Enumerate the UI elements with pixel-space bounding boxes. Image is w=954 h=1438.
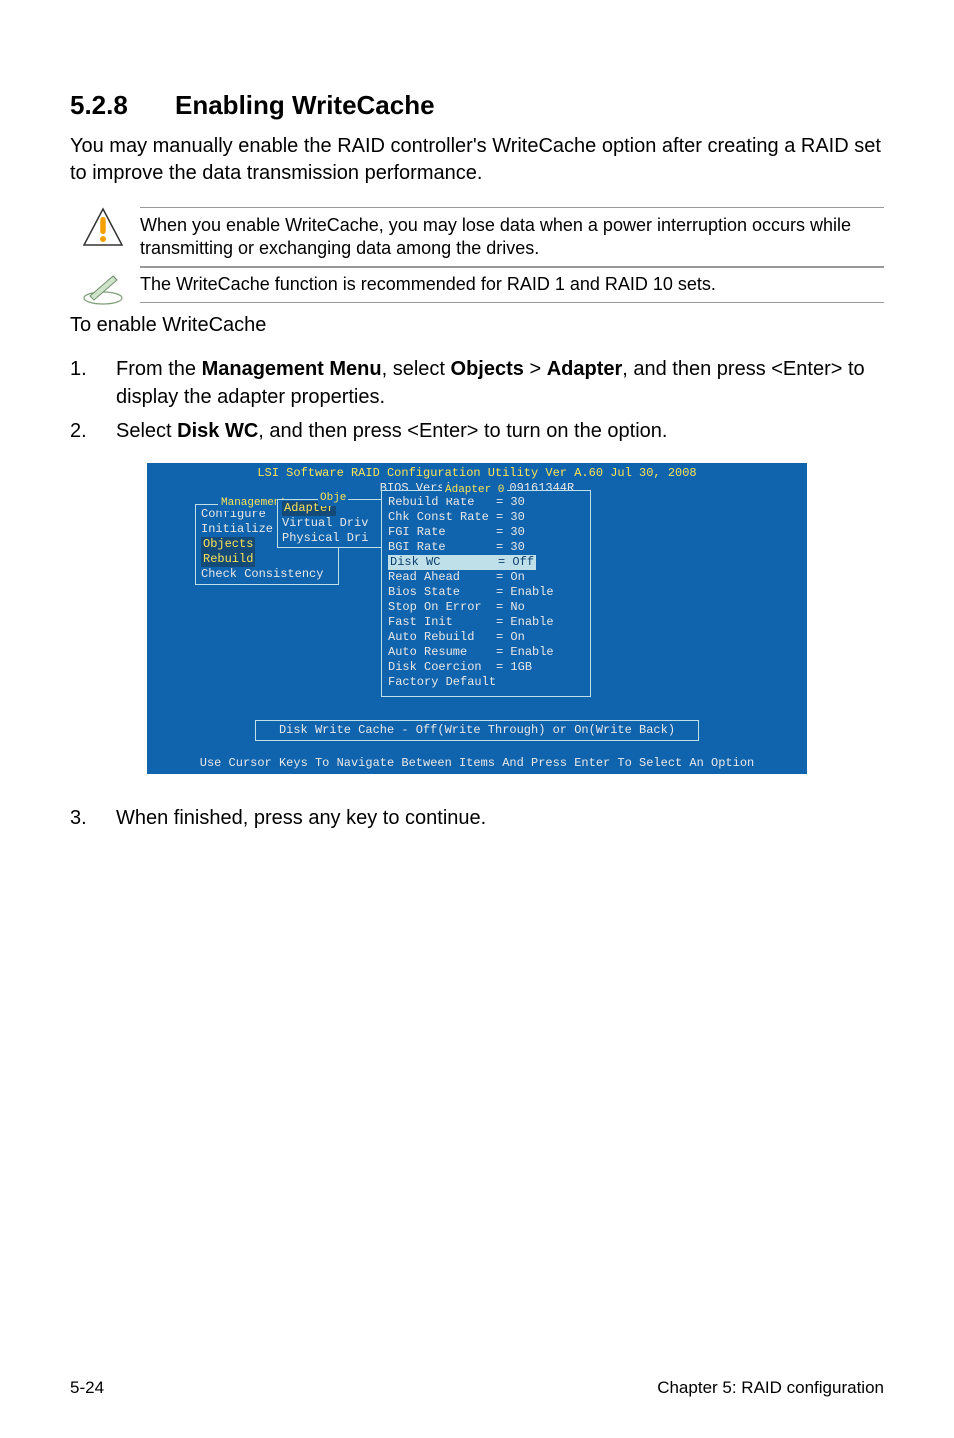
menu-item[interactable]: Rebuild xyxy=(201,552,255,567)
step-bold: Adapter xyxy=(547,358,623,380)
property-row[interactable]: FGI Rate = 30 xyxy=(388,525,584,540)
step-text: Select xyxy=(116,420,177,442)
heading-number: 5.2.8 xyxy=(70,90,175,121)
note-text: The WriteCache function is recommended f… xyxy=(140,266,884,303)
property-row[interactable]: BGI Rate = 30 xyxy=(388,540,584,555)
bios-screenshot: LSI Software RAID Configuration Utility … xyxy=(147,463,807,774)
step-3: 3. When finished, press any key to conti… xyxy=(70,804,884,832)
property-row[interactable]: Disk Coercion = 1GB xyxy=(388,660,584,675)
objects-label: Obje xyxy=(318,491,348,506)
objects-panel: Obje Adapter Virtual Driv Physical Dri xyxy=(277,499,391,548)
message-box: Disk Write Cache - Off(Write Through) or… xyxy=(255,720,699,741)
property-row[interactable]: Fast Init = Enable xyxy=(388,615,584,630)
warning-icon xyxy=(82,207,124,253)
step-number: 1. xyxy=(70,355,116,411)
warning-text: When you enable WriteCache, you may lose… xyxy=(140,207,884,268)
note-callout: The WriteCache function is recommended f… xyxy=(70,266,884,306)
property-row[interactable]: Stop On Error = No xyxy=(388,600,584,615)
page-number: 5-24 xyxy=(70,1378,104,1398)
section-heading: 5.2.8 Enabling WriteCache xyxy=(70,90,884,121)
menu-item[interactable]: Virtual Driv xyxy=(282,516,386,531)
page-footer: 5-24 Chapter 5: RAID configuration xyxy=(70,1378,884,1398)
step-text: , select xyxy=(382,358,451,380)
property-row[interactable]: Read Ahead = On xyxy=(388,570,584,585)
property-row[interactable]: Factory Default xyxy=(388,675,584,690)
menu-item[interactable]: Check Consistency xyxy=(201,567,333,582)
pen-icon xyxy=(81,266,125,306)
disk-wc-row-selected[interactable]: Disk WC = Off xyxy=(388,555,536,570)
property-row[interactable]: Bios State = Enable xyxy=(388,585,584,600)
step-text: , and then press <Enter> to turn on the … xyxy=(258,420,667,442)
intro-paragraph: You may manually enable the RAID control… xyxy=(70,133,884,187)
step-bold: Management Menu xyxy=(202,358,382,380)
enable-line: To enable WriteCache xyxy=(70,314,884,337)
warning-callout: When you enable WriteCache, you may lose… xyxy=(70,207,884,268)
step-number: 3. xyxy=(70,804,116,832)
step-2: 2. Select Disk WC, and then press <Enter… xyxy=(70,417,884,445)
property-row[interactable]: Chk Const Rate = 30 xyxy=(388,510,584,525)
step-text: When finished, press any key to continue… xyxy=(116,804,884,832)
adapter-panel: Adapter 0 Rebuild Rate = 30 Chk Const Ra… xyxy=(381,490,591,697)
menu-item-selected[interactable]: Objects xyxy=(201,537,255,552)
adapter-label: Adapter 0 xyxy=(442,483,507,498)
step-1: 1. From the Management Menu, select Obje… xyxy=(70,355,884,411)
property-row[interactable]: Auto Resume = Enable xyxy=(388,645,584,660)
bios-title: LSI Software RAID Configuration Utility … xyxy=(147,463,807,481)
chapter-title: Chapter 5: RAID configuration xyxy=(657,1378,884,1398)
property-row[interactable]: Auto Rebuild = On xyxy=(388,630,584,645)
step-text: From the xyxy=(116,358,202,380)
step-text: > xyxy=(524,358,547,380)
menu-item[interactable]: Physical Dri xyxy=(282,531,386,546)
navigation-hint: Use Cursor Keys To Navigate Between Item… xyxy=(147,756,807,774)
step-number: 2. xyxy=(70,417,116,445)
step-bold: Objects xyxy=(451,358,524,380)
heading-title: Enabling WriteCache xyxy=(175,90,435,121)
step-bold: Disk WC xyxy=(177,420,258,442)
